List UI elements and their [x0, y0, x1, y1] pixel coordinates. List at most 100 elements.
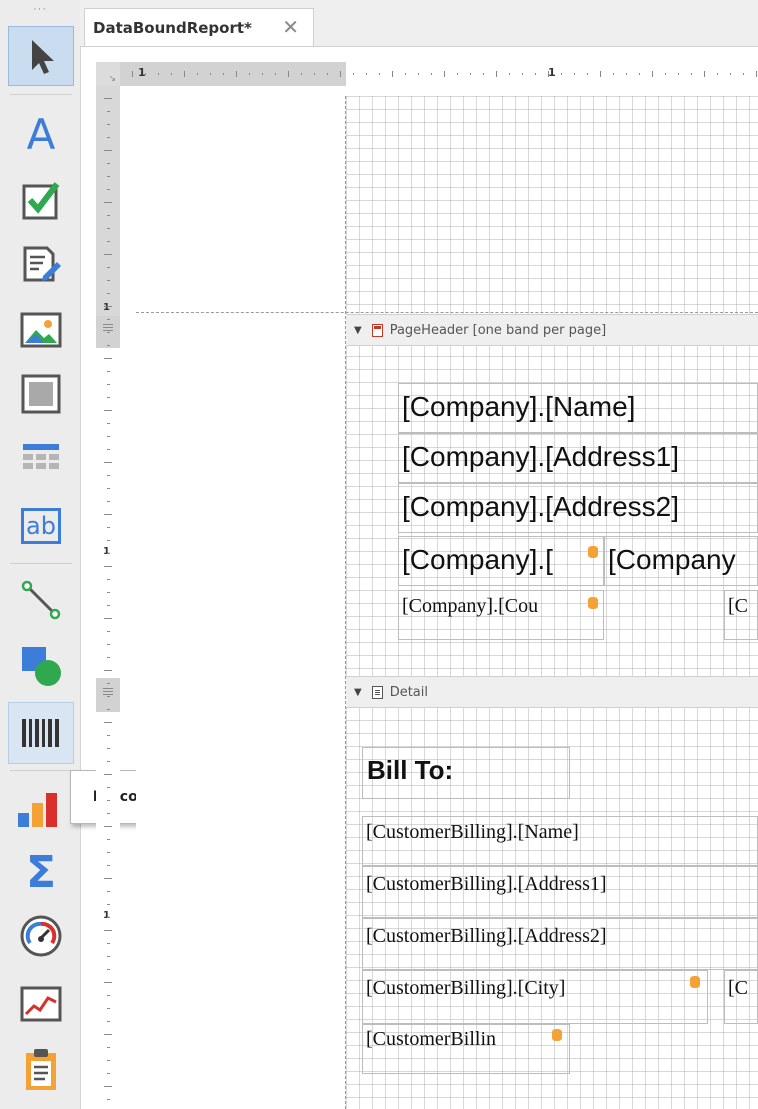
- character-comb-tool[interactable]: ab: [8, 496, 74, 556]
- band-resize-grip[interactable]: [103, 324, 113, 331]
- band-header-detail[interactable]: ▼ Detail: [346, 676, 758, 708]
- ruler-corner[interactable]: ↘: [96, 62, 120, 86]
- company-country-field[interactable]: [Company].[Cou: [398, 590, 604, 640]
- collapse-arrow-icon[interactable]: ▼: [354, 325, 362, 336]
- ruler-tick: [107, 787, 110, 788]
- ruler-tick: [107, 1060, 110, 1061]
- ruler-tick: [107, 423, 110, 424]
- ruler-tick: [104, 774, 112, 775]
- collapse-arrow-icon[interactable]: ▼: [354, 687, 362, 698]
- summary-tool[interactable]: Σ: [8, 842, 74, 902]
- ruler-tick: [249, 73, 250, 75]
- close-icon[interactable]: ✕: [282, 15, 299, 40]
- gauge-tool[interactable]: [8, 906, 74, 966]
- ruler-tick: [107, 1008, 110, 1009]
- sparkline-tool[interactable]: [8, 974, 74, 1034]
- ruler-tick: [730, 73, 731, 75]
- ruler-tick: [522, 73, 523, 75]
- table-tool[interactable]: [8, 428, 74, 488]
- ruler-tick: [223, 73, 224, 75]
- ruler-tick: [107, 891, 110, 892]
- ruler-tick: [107, 124, 110, 125]
- ruler-tick: [107, 501, 110, 502]
- ruler-tick: [107, 865, 110, 866]
- ruler-tick: [107, 917, 110, 918]
- company-name-field[interactable]: [Company].[Name]: [398, 383, 758, 433]
- band-resize-grip[interactable]: [103, 688, 113, 695]
- ruler-tick: [691, 73, 692, 75]
- ruler-tick: [107, 839, 110, 840]
- company-address2-field[interactable]: [Company].[Address2]: [398, 483, 758, 533]
- ruler-tick: [158, 73, 159, 75]
- customer-state-field[interactable]: [C: [724, 970, 758, 1024]
- ruler-tick: [104, 878, 112, 879]
- ruler-tick: [704, 71, 705, 77]
- ruler-tick: [301, 73, 302, 75]
- customer-address2-field[interactable]: [CustomerBilling].[Address2]: [362, 918, 758, 970]
- ruler-tick: [184, 71, 185, 77]
- picture-tool[interactable]: [8, 300, 74, 360]
- character-comb-icon: ab: [21, 508, 61, 544]
- company-address1-field[interactable]: [Company].[Address1]: [398, 433, 758, 483]
- ruler-tick: [107, 293, 110, 294]
- ruler-margin-area: [96, 86, 120, 316]
- ruler-tick: [107, 332, 110, 333]
- ruler-tick: [107, 436, 110, 437]
- company-city-field[interactable]: [Company].[: [398, 536, 604, 586]
- label-tool[interactable]: A: [8, 104, 74, 164]
- ruler-tick: [107, 813, 110, 814]
- ruler-tick: [743, 73, 744, 75]
- vertical-ruler: 1 1 1: [96, 86, 120, 1109]
- customer-address1-field[interactable]: [CustomerBilling].[Address1]: [362, 866, 758, 918]
- ruler-tick: [104, 358, 112, 359]
- band-label: Detail: [389, 684, 428, 700]
- customer-zip-field[interactable]: [CustomerBillin: [362, 1024, 570, 1074]
- ruler-tick: [314, 73, 315, 75]
- sparkline-icon: [20, 986, 62, 1022]
- ruler-tick: [107, 319, 110, 320]
- pointer-icon: [32, 40, 54, 74]
- customer-city-field[interactable]: [CustomerBilling].[City]: [362, 970, 708, 1024]
- toolbox-panel: ··· A ab Σ: [0, 0, 81, 1109]
- pointer-tool[interactable]: [8, 26, 74, 86]
- line-tool[interactable]: [8, 570, 74, 630]
- subreport-tool[interactable]: [8, 1040, 74, 1100]
- chart-tool[interactable]: [8, 778, 74, 838]
- ruler-tick: [107, 267, 110, 268]
- ruler-tick: [457, 73, 458, 75]
- detail-band-icon: [371, 685, 383, 699]
- shape-icon: [22, 647, 61, 686]
- barcode-tool[interactable]: [8, 702, 74, 764]
- customer-name-field[interactable]: [CustomerBilling].[Name]: [362, 816, 758, 866]
- ruler-tick: [104, 306, 112, 307]
- bill-to-label[interactable]: Bill To:: [362, 747, 570, 799]
- panel-tool[interactable]: [8, 364, 74, 424]
- ruler-tick: [197, 73, 198, 75]
- tab-databoundreport[interactable]: DataBoundReport* ✕: [84, 8, 314, 46]
- ruler-tick: [104, 1086, 112, 1087]
- ruler-tick: [392, 71, 393, 77]
- shape-tool[interactable]: [8, 636, 74, 696]
- richtext-tool[interactable]: [8, 234, 74, 294]
- toolbox-grip[interactable]: ···: [0, 0, 80, 24]
- ruler-tick: [548, 71, 549, 77]
- ruler-tick: [104, 826, 112, 827]
- ruler-number: 1: [103, 910, 110, 921]
- ruler-tick: [470, 73, 471, 75]
- company-state-field[interactable]: [Company: [604, 536, 758, 586]
- database-icon: [552, 1029, 562, 1041]
- band-header-pageheader[interactable]: ▼ PageHeader [one band per page]: [346, 314, 758, 346]
- ruler-tick: [107, 592, 110, 593]
- ruler-tick: [107, 735, 110, 736]
- checkbox-tool[interactable]: [8, 170, 74, 230]
- company-zip-field[interactable]: [C: [724, 590, 758, 640]
- band-label: PageHeader [one band per page]: [389, 322, 607, 338]
- ruler-tick: [107, 228, 110, 229]
- ruler-tick: [107, 241, 110, 242]
- ruler-tick: [107, 761, 110, 762]
- ruler-tick: [107, 748, 110, 749]
- table-icon: [23, 444, 59, 469]
- ruler-tick: [262, 73, 263, 75]
- report-left-margin: [136, 96, 346, 1109]
- report-design-surface[interactable]: ▼ PageHeader [one band per page] [Compan…: [136, 96, 758, 1109]
